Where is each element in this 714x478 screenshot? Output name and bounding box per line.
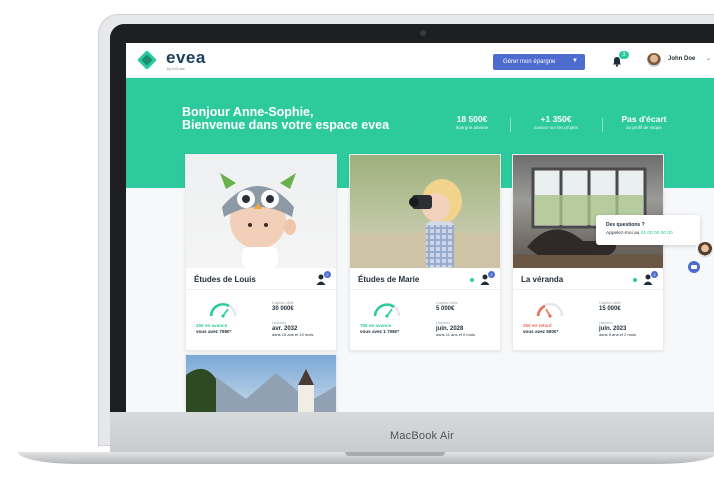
- target-capital-label: Capital cible: [599, 300, 621, 305]
- project-title[interactable]: La véranda: [521, 275, 563, 284]
- shared-users-count: 2: [324, 271, 331, 278]
- horizon-remaining: dans 15 ans et 10 mois: [272, 332, 314, 337]
- project-current-amount: vous avez 1 708€*: [360, 329, 400, 334]
- project-card-body: 40€ en avance vous avez 708€* Capital ci…: [186, 290, 336, 350]
- target-capital-label: Capital cible: [272, 300, 294, 305]
- project-photo-baby[interactable]: [186, 155, 336, 268]
- shared-users-count: 2: [488, 271, 495, 278]
- project-current-amount: vous avez 500€*: [523, 329, 559, 334]
- veranda-interior-photo: [513, 167, 663, 268]
- target-capital: Capital cible 15 000€: [599, 300, 621, 312]
- project-delta: 40€ en avance: [196, 323, 228, 328]
- project-title[interactable]: Études de Louis: [194, 275, 256, 284]
- target-capital-value: 5 000€: [436, 306, 455, 312]
- user-menu-chevron-icon[interactable]: ⌄: [706, 55, 711, 62]
- project-card[interactable]: Études de Louis 2 40€ en avance vous ave…: [185, 154, 337, 351]
- stat-advance: +1 350€ avance sur les projets: [520, 114, 592, 130]
- advisor-avatar[interactable]: [696, 241, 714, 259]
- chat-call-prefix: Appelez-moi au: [606, 231, 640, 236]
- project-card[interactable]: La véranda 2 25€ en retard vous avez 500…: [512, 154, 664, 351]
- project-current-amount: vous avez 708€*: [196, 329, 232, 334]
- stat-value: 18 500€: [456, 114, 488, 124]
- status-dot: [633, 278, 637, 282]
- manage-savings-label: Gérer mon épargne: [503, 59, 556, 65]
- user-avatar[interactable]: [647, 53, 661, 67]
- target-capital: Capital cible 30 000€: [272, 300, 294, 312]
- laptop-brand-label: MacBook Air: [390, 430, 454, 442]
- project-card-header: Études de Louis 2: [186, 268, 336, 290]
- mountain-village-photo: [186, 369, 336, 413]
- advisor-phone-link[interactable]: 01 00 00 00 00: [641, 231, 673, 236]
- stat-savings: 18 500€ épargne atteinte: [444, 114, 500, 130]
- horizon-label: Horizon: [599, 320, 613, 325]
- stat-value: +1 350€: [540, 114, 572, 124]
- stat-label: épargne atteinte: [455, 125, 489, 130]
- chat-call-line: Appelez-moi au 01 00 00 00 00: [606, 231, 673, 236]
- stat-label: avance sur les projets: [534, 125, 578, 130]
- project-delta: 25€ en retard: [523, 323, 552, 328]
- stat-value: Pas d'écart: [621, 114, 667, 124]
- target-capital-value: 15 000€: [599, 306, 621, 312]
- horizon-label: Horizon: [436, 320, 450, 325]
- contact-advisor-popup[interactable]: Des questions ? Appelez-moi au 01 00 00 …: [596, 215, 700, 245]
- stat-divider: [602, 118, 603, 132]
- girl-with-camera-photo: [350, 179, 500, 268]
- target-capital-value: 30 000€: [272, 306, 294, 312]
- progress-gauge-icon: [209, 302, 237, 318]
- horizon-remaining: dans 11 ans et 0 mois: [436, 332, 475, 337]
- app-screen: evea by inCube Gérer mon épargne ▼ 3 Joh…: [126, 43, 714, 413]
- target-capital: Capital cible 5 000€: [436, 300, 458, 312]
- chevron-down-icon: ▼: [572, 58, 578, 64]
- horizon: Horizon avr. 2032 dans 15 ans et 10 mois: [272, 320, 313, 337]
- project-card[interactable]: Études de Marie 2 70€ en avance vous ave…: [349, 154, 501, 351]
- marketing-mockup: evea by inCube Gérer mon épargne ▼ 3 Joh…: [0, 0, 714, 478]
- project-card-body: 25€ en retard vous avez 500€* Capital ci…: [513, 290, 663, 350]
- stat-divider: [510, 118, 511, 132]
- chat-question: Des questions ?: [606, 222, 645, 228]
- project-photo-veranda[interactable]: [513, 155, 663, 268]
- project-photo-mountains[interactable]: [186, 355, 336, 413]
- chat-message-icon[interactable]: [688, 261, 700, 273]
- stat-risk: Pas d'écart au profil de risque: [612, 114, 676, 130]
- horizon: Horizon juin. 2023 dans 5 ans et 2 mois: [599, 320, 636, 337]
- project-photo-girl-camera[interactable]: [350, 155, 500, 268]
- project-card-header: La véranda 2: [513, 268, 663, 290]
- manage-savings-button[interactable]: Gérer mon épargne ▼: [493, 54, 585, 70]
- notification-count-badge: 3: [619, 51, 629, 59]
- camera-dot: [420, 30, 426, 36]
- horizon: Horizon juin. 2028 dans 11 ans et 0 mois: [436, 320, 475, 337]
- horizon-remaining: dans 5 ans et 2 mois: [599, 332, 636, 337]
- user-name[interactable]: John Doe: [668, 56, 695, 62]
- stat-label: au profil de risque: [626, 125, 662, 130]
- greeting-line-2: Bienvenue dans votre espace evea: [182, 118, 390, 132]
- top-navigation-bar: evea by inCube Gérer mon épargne ▼ 3 Joh…: [126, 43, 714, 78]
- logo-text[interactable]: evea: [166, 48, 206, 68]
- welcome-greeting: Bonjour Anne-Sophie, Bienvenue dans votr…: [182, 106, 389, 132]
- progress-gauge-icon: [373, 302, 401, 318]
- project-card[interactable]: [185, 354, 337, 413]
- project-title[interactable]: Études de Marie: [358, 275, 419, 284]
- status-dot: [470, 278, 474, 282]
- evea-logo-icon[interactable]: [137, 50, 157, 70]
- project-delta: 70€ en avance: [360, 323, 392, 328]
- project-card-body: 70€ en avance vous avez 1 708€* Capital …: [350, 290, 500, 350]
- baby-owl-hat-photo: [220, 173, 296, 268]
- shared-users-count: 2: [651, 271, 658, 278]
- target-capital-label: Capital cible: [436, 300, 458, 305]
- project-card-header: Études de Marie 2: [350, 268, 500, 290]
- horizon-label: Horizon: [272, 320, 286, 325]
- progress-gauge-icon: [536, 302, 564, 318]
- logo-subtitle: by inCube: [167, 66, 186, 71]
- laptop-notch: [345, 452, 445, 456]
